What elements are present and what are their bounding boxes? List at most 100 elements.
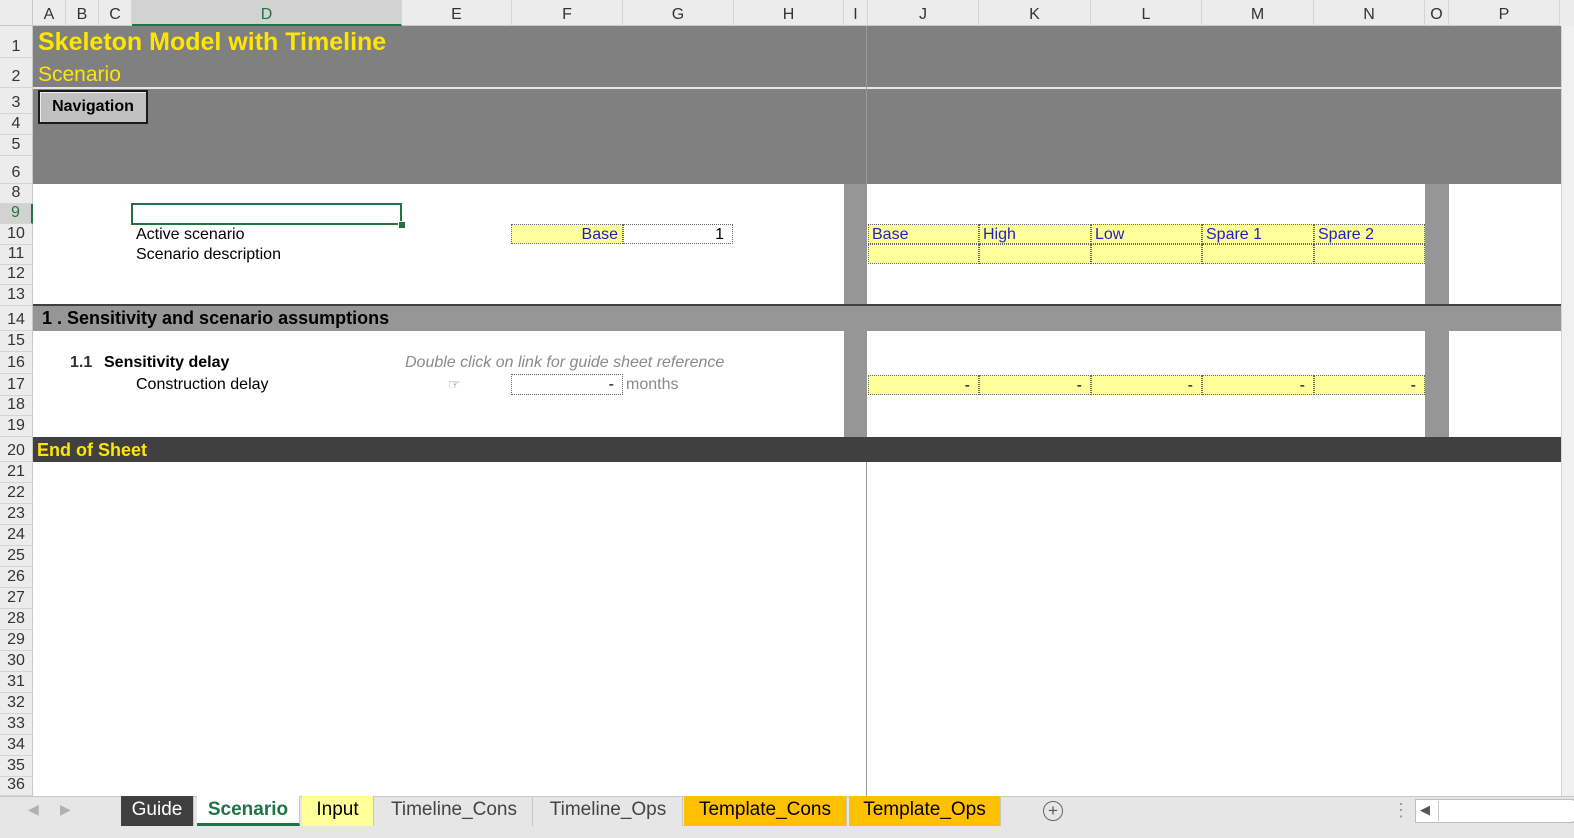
row-header-3[interactable]: 3 bbox=[0, 88, 33, 114]
row-header-11[interactable]: 11 bbox=[0, 245, 33, 265]
selected-cell-d9[interactable] bbox=[131, 203, 402, 225]
tab-timeline-cons[interactable]: Timeline_Cons bbox=[376, 796, 533, 826]
col-header-l[interactable]: L bbox=[1091, 0, 1202, 26]
row-header-4[interactable]: 4 bbox=[0, 114, 33, 135]
scenario-option-4[interactable]: Spare 1 bbox=[1202, 224, 1314, 244]
construction-delay-timeline-4[interactable]: - bbox=[1202, 375, 1314, 395]
row-header-10[interactable]: 10 bbox=[0, 224, 33, 245]
subsection-title: Sensitivity delay bbox=[104, 354, 230, 371]
tab-template-cons[interactable]: Template_Cons bbox=[684, 796, 847, 826]
row-header-6[interactable]: 6 bbox=[0, 156, 33, 184]
fill-handle[interactable] bbox=[398, 221, 406, 229]
col-header-f[interactable]: F bbox=[512, 0, 623, 26]
row-header-29[interactable]: 29 bbox=[0, 630, 33, 651]
row-header-23[interactable]: 23 bbox=[0, 504, 33, 525]
end-of-sheet-label: End of Sheet bbox=[37, 440, 148, 460]
row-header-15[interactable]: 15 bbox=[0, 331, 33, 352]
row-header-35[interactable]: 35 bbox=[0, 756, 33, 777]
row-header-17[interactable]: 17 bbox=[0, 374, 33, 396]
scenario-option-1[interactable]: Base bbox=[868, 224, 979, 244]
row-header-16[interactable]: 16 bbox=[0, 352, 33, 374]
scenario-description-cell-1[interactable] bbox=[868, 244, 979, 264]
row-header-14[interactable]: 14 bbox=[0, 306, 33, 331]
row-header-20[interactable]: 20 bbox=[0, 437, 33, 462]
col-header-p[interactable]: P bbox=[1449, 0, 1560, 26]
scenario-description-cell-2[interactable] bbox=[979, 244, 1091, 264]
col-header-g[interactable]: G bbox=[623, 0, 734, 26]
row-header-18[interactable]: 18 bbox=[0, 396, 33, 416]
col-header-i[interactable]: I bbox=[844, 0, 868, 26]
guide-link-icon[interactable]: ☞ bbox=[448, 376, 461, 393]
scenario-description-cell-3[interactable] bbox=[1091, 244, 1202, 264]
col-header-b[interactable]: B bbox=[66, 0, 99, 26]
row-header-13[interactable]: 13 bbox=[0, 285, 33, 306]
row-header-12[interactable]: 12 bbox=[0, 265, 33, 285]
construction-delay-input[interactable]: - bbox=[511, 374, 623, 395]
construction-delay-timeline-2[interactable]: - bbox=[979, 375, 1091, 395]
row-header-30[interactable]: 30 bbox=[0, 651, 33, 672]
row-header-26[interactable]: 26 bbox=[0, 567, 33, 588]
col-header-j[interactable]: J bbox=[868, 0, 979, 26]
active-scenario-index[interactable]: 1 bbox=[623, 224, 733, 244]
tab-splitter-icon[interactable]: ⋮ bbox=[1392, 800, 1410, 821]
row-header-36[interactable]: 36 bbox=[0, 776, 33, 796]
guide-note: Double click on link for guide sheet ref… bbox=[405, 354, 725, 371]
page-subtitle: Scenario bbox=[38, 63, 121, 86]
col-header-h[interactable]: H bbox=[734, 0, 844, 26]
col-header-e[interactable]: E bbox=[402, 0, 512, 26]
col-header-o[interactable]: O bbox=[1425, 0, 1449, 26]
scenario-description-cell-4[interactable] bbox=[1202, 244, 1314, 264]
col-header-m[interactable]: M bbox=[1202, 0, 1314, 26]
navigation-button[interactable]: Navigation bbox=[38, 90, 148, 124]
row-header-19[interactable]: 19 bbox=[0, 416, 33, 437]
tab-timeline-ops[interactable]: Timeline_Ops bbox=[534, 796, 683, 826]
construction-delay-timeline-1[interactable]: - bbox=[868, 375, 979, 395]
col-header-d[interactable]: D bbox=[132, 0, 402, 26]
tab-scenario[interactable]: Scenario bbox=[197, 796, 300, 826]
active-scenario-label: Active scenario bbox=[136, 226, 245, 243]
row-header-1[interactable]: 1 bbox=[0, 26, 33, 58]
page-title: Skeleton Model with Timeline bbox=[38, 28, 387, 56]
col-header-k[interactable]: K bbox=[979, 0, 1091, 26]
scroll-left-icon[interactable]: ◀ bbox=[1420, 802, 1430, 818]
row-header-2[interactable]: 2 bbox=[0, 58, 33, 88]
row-header-9[interactable]: 9 bbox=[0, 204, 33, 224]
vertical-scrollbar[interactable] bbox=[1561, 26, 1574, 796]
col-header-c[interactable]: C bbox=[99, 0, 132, 26]
tab-guide[interactable]: Guide bbox=[121, 796, 194, 826]
row-header-28[interactable]: 28 bbox=[0, 609, 33, 630]
row-header-25[interactable]: 25 bbox=[0, 546, 33, 567]
row-header-32[interactable]: 32 bbox=[0, 693, 33, 714]
row-header-31[interactable]: 31 bbox=[0, 672, 33, 693]
col-header-n[interactable]: N bbox=[1314, 0, 1425, 26]
scenario-option-2[interactable]: High bbox=[979, 224, 1091, 244]
row-header-34[interactable]: 34 bbox=[0, 735, 33, 756]
construction-delay-timeline-3[interactable]: - bbox=[1091, 375, 1202, 395]
section-1-title: 1 . Sensitivity and scenario assumptions bbox=[42, 308, 390, 328]
row-header-24[interactable]: 24 bbox=[0, 525, 33, 546]
construction-delay-timeline-5[interactable]: - bbox=[1314, 375, 1425, 395]
scroll-tabs-right-icon[interactable]: ▶ bbox=[60, 801, 71, 818]
horizontal-scroll-thumb[interactable] bbox=[1438, 801, 1574, 821]
active-scenario-value[interactable]: Base bbox=[511, 224, 623, 244]
col-header-a[interactable]: A bbox=[33, 0, 66, 26]
add-sheet-icon[interactable]: + bbox=[1043, 801, 1063, 821]
construction-delay-label: Construction delay bbox=[136, 376, 269, 393]
tab-input[interactable]: Input bbox=[302, 796, 374, 826]
row-header-5[interactable]: 5 bbox=[0, 135, 33, 156]
scenario-description-label: Scenario description bbox=[136, 246, 281, 263]
header-divider bbox=[33, 87, 1561, 89]
row-header-22[interactable]: 22 bbox=[0, 483, 33, 504]
scenario-option-3[interactable]: Low bbox=[1091, 224, 1202, 244]
row-header-21[interactable]: 21 bbox=[0, 462, 33, 483]
row-header-8[interactable]: 8 bbox=[0, 184, 33, 204]
scenario-description-cell-5[interactable] bbox=[1314, 244, 1425, 264]
scenario-option-5[interactable]: Spare 2 bbox=[1314, 224, 1425, 244]
row-header-33[interactable]: 33 bbox=[0, 714, 33, 735]
row-header-27[interactable]: 27 bbox=[0, 588, 33, 609]
end-of-sheet-band bbox=[33, 437, 1561, 462]
select-all-corner[interactable] bbox=[0, 0, 33, 26]
subsection-number: 1.1 bbox=[70, 354, 93, 371]
tab-template-ops[interactable]: Template_Ops bbox=[849, 796, 1001, 826]
scroll-tabs-left-icon[interactable]: ◀ bbox=[28, 801, 39, 818]
